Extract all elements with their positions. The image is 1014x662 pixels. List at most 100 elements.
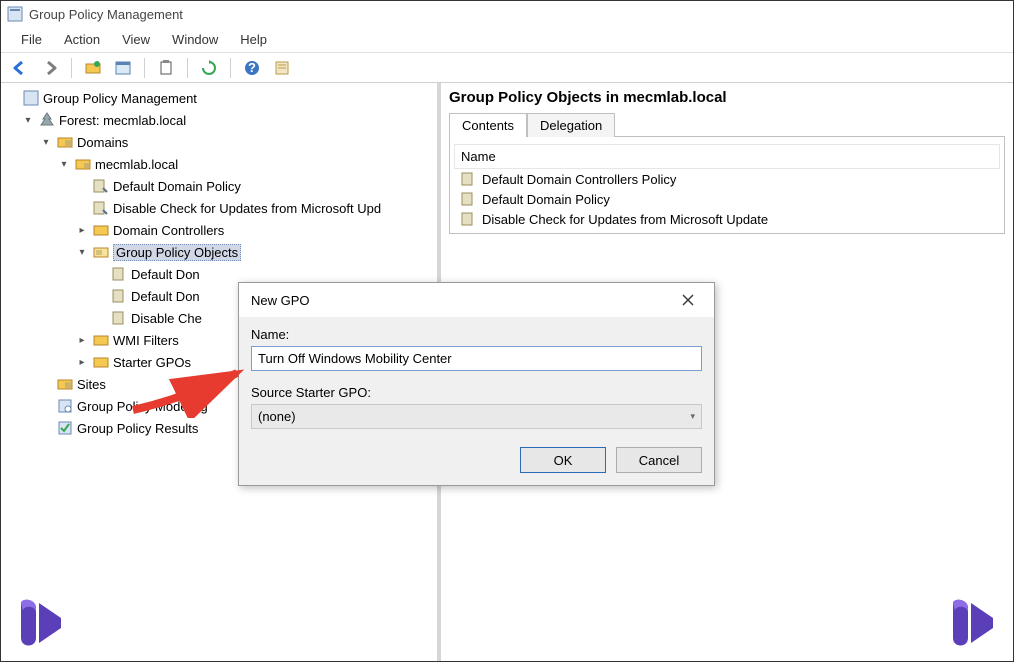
tree-root-label: Group Policy Management bbox=[43, 91, 197, 106]
tree-disablecheck-label: Disable Check for Updates from Microsoft… bbox=[113, 201, 381, 216]
gpo-icon bbox=[460, 171, 476, 187]
chevron-right-icon[interactable]: ▸ bbox=[75, 335, 89, 346]
watermark-logo-icon bbox=[943, 593, 1003, 653]
tree-domain-label: mecmlab.local bbox=[95, 157, 178, 172]
help-icon[interactable]: ? bbox=[241, 57, 263, 79]
tree-ddp-label: Default Domain Policy bbox=[113, 179, 241, 194]
menu-bar: File Action View Window Help bbox=[1, 27, 1013, 53]
tree-starter-label: Starter GPOs bbox=[113, 355, 191, 370]
starter-combo[interactable]: (none) ▾ bbox=[251, 404, 702, 429]
tree-gpo[interactable]: ▾ Group Policy Objects bbox=[3, 241, 435, 263]
dialog-buttons: OK Cancel bbox=[239, 435, 714, 485]
tab-bar: Contents Delegation bbox=[449, 112, 1005, 137]
menu-window[interactable]: Window bbox=[172, 32, 218, 47]
toolbar-sep bbox=[187, 58, 188, 78]
tree-disablecheck[interactable]: ▸ Disable Check for Updates from Microso… bbox=[3, 197, 435, 219]
name-label: Name: bbox=[251, 327, 702, 342]
gpo-icon bbox=[460, 211, 476, 227]
tree-modeling-label: Group Policy Modeling bbox=[77, 399, 208, 414]
tree-domain[interactable]: ▾ mecmlab.local bbox=[3, 153, 435, 175]
menu-help[interactable]: Help bbox=[240, 32, 267, 47]
modeling-icon bbox=[57, 398, 73, 414]
chevron-down-icon: ▾ bbox=[690, 411, 695, 422]
folder-icon bbox=[93, 332, 109, 348]
back-icon[interactable] bbox=[9, 57, 31, 79]
cancel-button[interactable]: Cancel bbox=[616, 447, 702, 473]
tree-gpo-item-label: Disable Che bbox=[131, 311, 202, 326]
tree-forest-label: Forest: mecmlab.local bbox=[59, 113, 186, 128]
gpo-link-icon bbox=[93, 200, 109, 216]
tree-domains[interactable]: ▾ Domains bbox=[3, 131, 435, 153]
tree-dcs-label: Domain Controllers bbox=[113, 223, 224, 238]
content-header: Group Policy Objects in mecmlab.local bbox=[449, 87, 1005, 112]
toolbar: ? bbox=[1, 53, 1013, 83]
gpo-icon bbox=[111, 310, 127, 326]
forest-icon bbox=[39, 112, 55, 128]
tab-contents[interactable]: Contents bbox=[449, 113, 527, 137]
tree-gpo-item-label: Default Don bbox=[131, 267, 200, 282]
list-item-label: Disable Check for Updates from Microsoft… bbox=[482, 212, 768, 227]
ou-icon bbox=[93, 222, 109, 238]
sites-icon bbox=[57, 376, 73, 392]
forward-icon[interactable] bbox=[39, 57, 61, 79]
tree-domains-label: Domains bbox=[77, 135, 128, 150]
starter-label: Source Starter GPO: bbox=[251, 385, 702, 400]
tree-gpo-label: Group Policy Objects bbox=[113, 244, 241, 261]
tree-root[interactable]: ▾ Group Policy Management bbox=[3, 87, 435, 109]
tab-delegation[interactable]: Delegation bbox=[527, 113, 615, 137]
results-icon bbox=[57, 420, 73, 436]
new-gpo-dialog: New GPO Name: Source Starter GPO: (none)… bbox=[238, 282, 715, 486]
gpo-link-icon bbox=[93, 178, 109, 194]
gpo-icon bbox=[460, 191, 476, 207]
list-item[interactable]: Default Domain Controllers Policy bbox=[454, 169, 1000, 189]
gpm-icon bbox=[23, 90, 39, 106]
chevron-right-icon[interactable]: ▸ bbox=[75, 357, 89, 368]
folder-icon bbox=[93, 354, 109, 370]
ok-button[interactable]: OK bbox=[520, 447, 606, 473]
starter-combo-value: (none) bbox=[258, 409, 296, 424]
tree-results-label: Group Policy Results bbox=[77, 421, 198, 436]
gpo-icon bbox=[111, 266, 127, 282]
domain-icon bbox=[75, 156, 91, 172]
dialog-title: New GPO bbox=[251, 293, 310, 308]
new-folder-icon[interactable] bbox=[82, 57, 104, 79]
list-item[interactable]: Disable Check for Updates from Microsoft… bbox=[454, 209, 1000, 229]
list-header-name[interactable]: Name bbox=[454, 144, 1000, 169]
chevron-down-icon[interactable]: ▾ bbox=[39, 137, 53, 148]
svg-text:?: ? bbox=[248, 60, 256, 75]
list-item[interactable]: Default Domain Policy bbox=[454, 189, 1000, 209]
gpo-folder-icon bbox=[93, 244, 109, 260]
chevron-right-icon[interactable]: ▸ bbox=[75, 225, 89, 236]
dialog-body: Name: Source Starter GPO: (none) ▾ bbox=[239, 317, 714, 435]
domains-icon bbox=[57, 134, 73, 150]
title-bar: Group Policy Management bbox=[1, 1, 1013, 27]
chevron-down-icon[interactable]: ▾ bbox=[57, 159, 71, 170]
menu-file[interactable]: File bbox=[21, 32, 42, 47]
list-item-label: Default Domain Controllers Policy bbox=[482, 172, 676, 187]
close-icon[interactable] bbox=[674, 289, 702, 311]
chevron-down-icon[interactable]: ▾ bbox=[21, 115, 35, 126]
list-item-label: Default Domain Policy bbox=[482, 192, 610, 207]
tree-sites-label: Sites bbox=[77, 377, 106, 392]
tab-body: Name Default Domain Controllers Policy D… bbox=[449, 136, 1005, 234]
watermark-logo-icon bbox=[11, 593, 71, 653]
window-icon[interactable] bbox=[112, 57, 134, 79]
properties-icon[interactable] bbox=[271, 57, 293, 79]
tree-ddp[interactable]: ▸ Default Domain Policy bbox=[3, 175, 435, 197]
refresh-icon[interactable] bbox=[198, 57, 220, 79]
clipboard-icon[interactable] bbox=[155, 57, 177, 79]
name-input[interactable] bbox=[251, 346, 702, 371]
tree-gpo-item-label: Default Don bbox=[131, 289, 200, 304]
tree-dcs[interactable]: ▸ Domain Controllers bbox=[3, 219, 435, 241]
tree-wmi-label: WMI Filters bbox=[113, 333, 179, 348]
app-icon bbox=[7, 6, 23, 22]
gpo-icon bbox=[111, 288, 127, 304]
toolbar-sep bbox=[71, 58, 72, 78]
menu-action[interactable]: Action bbox=[64, 32, 100, 47]
tree-forest[interactable]: ▾ Forest: mecmlab.local bbox=[3, 109, 435, 131]
chevron-down-icon[interactable]: ▾ bbox=[75, 247, 89, 258]
toolbar-sep bbox=[144, 58, 145, 78]
dialog-titlebar: New GPO bbox=[239, 283, 714, 317]
menu-view[interactable]: View bbox=[122, 32, 150, 47]
toolbar-sep bbox=[230, 58, 231, 78]
